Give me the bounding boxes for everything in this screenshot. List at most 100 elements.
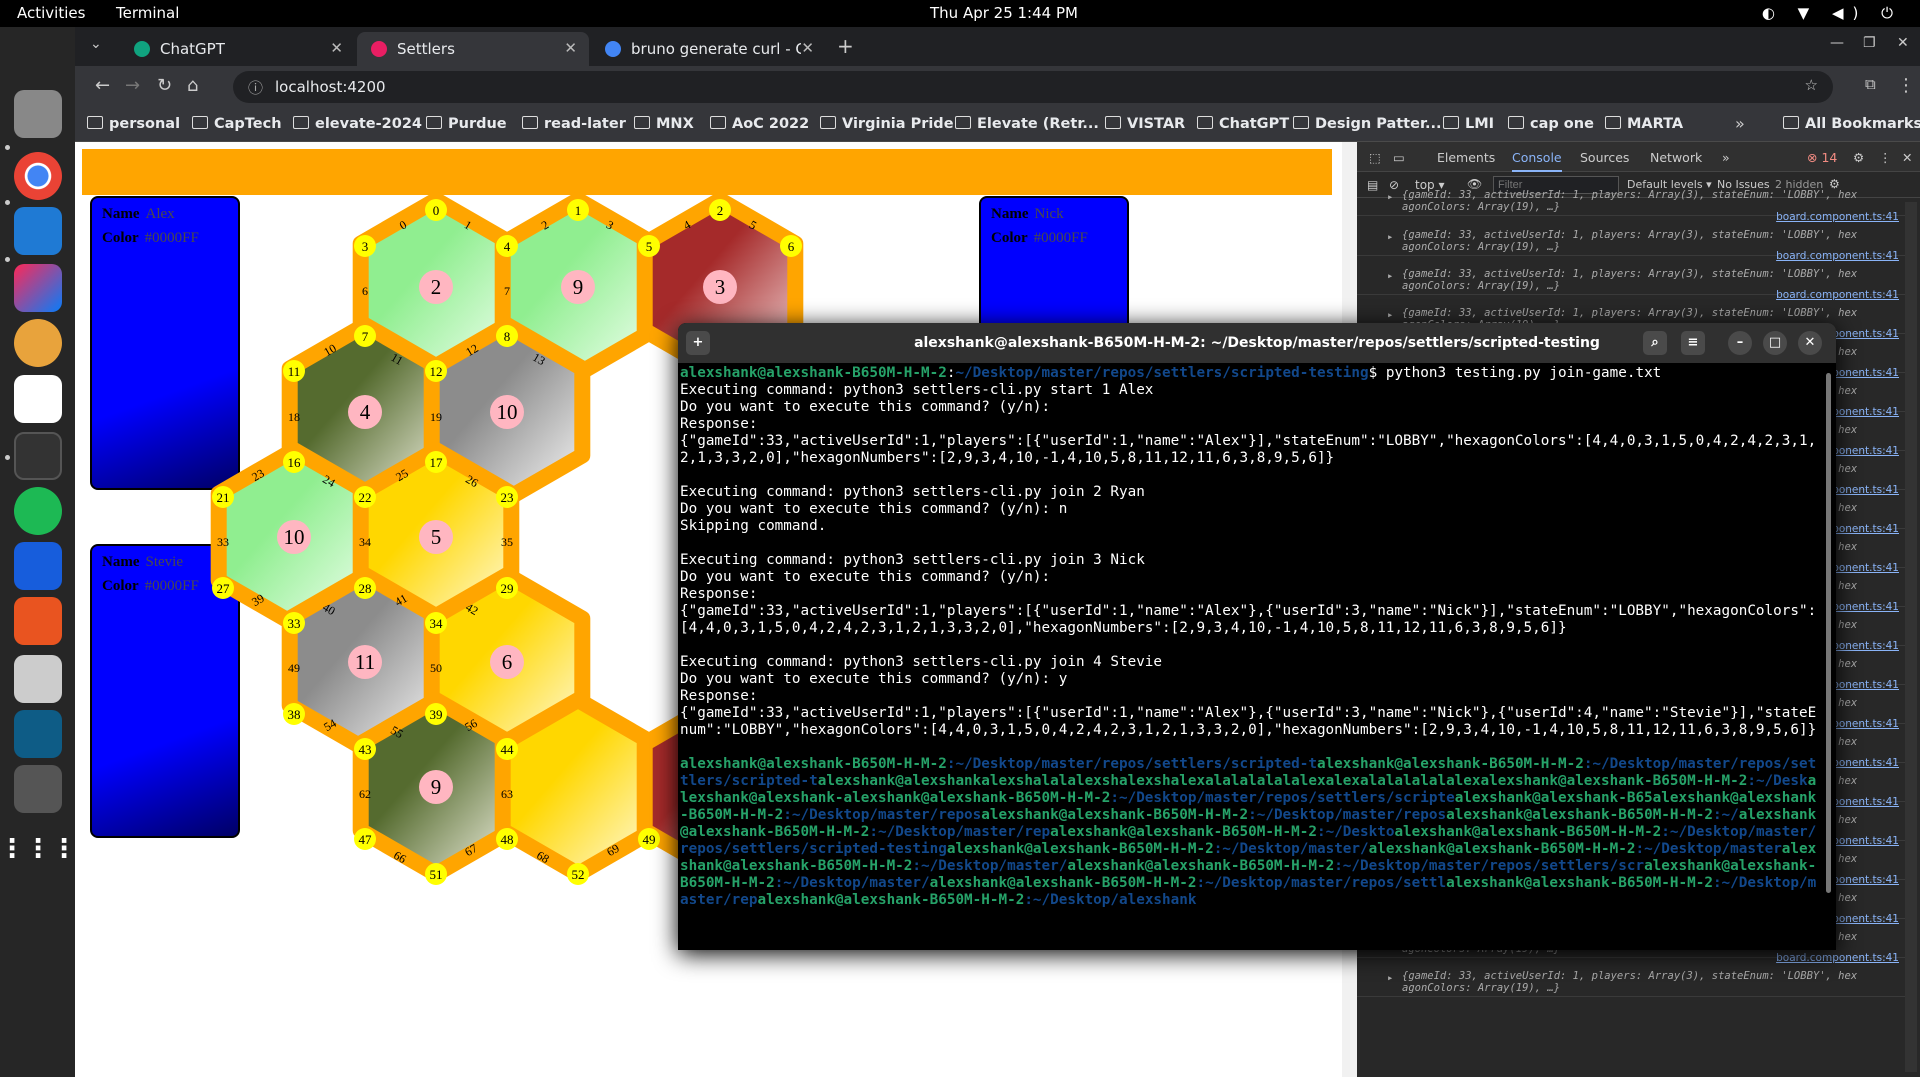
close-tab-icon[interactable]: ✕ [801, 39, 814, 57]
terminal-icon[interactable] [14, 432, 62, 480]
hex-tile[interactable] [494, 692, 662, 882]
terminal-line: {"gameId":33,"activeUserId":1,"players":… [680, 603, 1817, 636]
bookmark-star-icon[interactable]: ☆ [1805, 76, 1818, 94]
postman-icon[interactable] [14, 375, 62, 423]
tab-settlers[interactable]: Settlers ✕ [357, 32, 589, 66]
edge-label[interactable]: 18 [288, 410, 300, 424]
close-tab-icon[interactable]: ✕ [564, 39, 577, 57]
chrome-icon[interactable] [14, 152, 62, 200]
hex-number: 6 [502, 650, 513, 674]
terminal-line: {"gameId":33,"activeUserId":1,"players":… [680, 433, 1817, 466]
close-tab-icon[interactable]: ✕ [330, 39, 343, 57]
edge-label[interactable]: 63 [501, 787, 513, 801]
search-app-icon[interactable] [14, 655, 62, 703]
remote-icon[interactable] [14, 710, 62, 758]
all-bookmarks[interactable]: All Bookmarks [1783, 116, 1920, 132]
tab-search-icon[interactable]: ⌄ [90, 36, 102, 52]
edge-label[interactable]: 50 [430, 661, 442, 675]
bookmark-item[interactable]: MARTA [1605, 116, 1683, 132]
new-tab-icon[interactable]: + [837, 34, 854, 58]
tab-sources[interactable]: Sources [1580, 150, 1629, 165]
bookmark-item[interactable]: elevate-2024 [293, 116, 422, 132]
expand-arrow-icon[interactable]: ▸ [1387, 972, 1393, 984]
hamburger-menu-icon[interactable]: ≡ [1681, 331, 1705, 355]
show-apps-icon[interactable]: ⋮⋮⋮ [0, 825, 77, 873]
bookmark-item[interactable]: ChatGPT [1197, 116, 1289, 132]
edge-label[interactable]: 7 [504, 284, 510, 298]
more-options-icon[interactable]: ⋮ [1879, 150, 1892, 165]
error-badge[interactable]: ⊗ 14 [1807, 150, 1837, 165]
back-icon[interactable]: ← [95, 75, 110, 96]
tab-console[interactable]: Console [1512, 150, 1562, 172]
expand-arrow-icon[interactable]: ▸ [1387, 191, 1393, 203]
bookmark-item[interactable]: Virginia Pride [820, 116, 954, 132]
system-tray[interactable]: ◐ ▼ ◀) ⏻ [1762, 4, 1902, 22]
bitwarden-icon[interactable] [14, 542, 62, 590]
intellij-icon[interactable] [14, 264, 62, 312]
close-devtools-icon[interactable]: ✕ [1902, 150, 1912, 165]
terminal-line: Response: [680, 416, 758, 432]
vscode-icon[interactable] [14, 207, 62, 255]
expand-arrow-icon[interactable]: ▸ [1387, 309, 1393, 321]
activities-button[interactable]: Activities [17, 4, 85, 22]
edge-label[interactable]: 19 [430, 410, 442, 424]
files-icon[interactable] [14, 90, 62, 138]
bookmark-item[interactable]: VISTAR [1105, 116, 1185, 132]
bookmark-item[interactable]: cap one [1508, 116, 1594, 132]
log-source-link[interactable]: board.component.ts:41 [1776, 211, 1899, 223]
reload-icon[interactable]: ↻ [157, 75, 172, 96]
forward-icon[interactable]: → [125, 75, 140, 96]
bookmark-item[interactable]: AoC 2022 [710, 116, 809, 132]
app-center-icon[interactable] [14, 597, 62, 645]
more-bookmarks-icon[interactable]: » [1735, 114, 1745, 133]
minimize-icon[interactable]: — [1830, 35, 1844, 51]
extensions-icon[interactable]: ⧉ [1865, 75, 1876, 93]
tab-bruno[interactable]: bruno generate curl - G ✕ [591, 32, 826, 66]
restore-icon[interactable]: ❐ [1863, 35, 1876, 51]
device-toolbar-icon[interactable]: ▭ [1393, 150, 1405, 165]
devtools-scrollbar[interactable] [1905, 202, 1917, 1072]
dog-app-icon[interactable] [14, 319, 62, 367]
edge-label[interactable]: 49 [288, 661, 300, 675]
bookmark-item[interactable]: LMI [1443, 116, 1494, 132]
close-window-icon[interactable]: ✕ [1897, 35, 1909, 51]
edge-label[interactable]: 33 [217, 535, 229, 549]
tab-elements[interactable]: Elements [1437, 150, 1495, 165]
settings-icon[interactable]: ⚙ [1853, 150, 1864, 165]
edge-label[interactable]: 6 [362, 284, 368, 298]
menu-icon[interactable]: ⋮ [1897, 75, 1915, 96]
expand-arrow-icon[interactable]: ▸ [1387, 231, 1393, 243]
usb-icon[interactable] [14, 765, 62, 813]
bookmark-item[interactable]: read-later [522, 116, 626, 132]
bookmark-item[interactable]: Elevate (Retr... [955, 116, 1099, 132]
search-icon[interactable]: ⌕ [1643, 331, 1667, 355]
active-app-label[interactable]: Terminal [116, 4, 179, 22]
expand-arrow-icon[interactable]: ▸ [1387, 270, 1393, 282]
bookmark-item[interactable]: MNX [634, 116, 694, 132]
close-icon[interactable]: ✕ [1798, 331, 1822, 355]
edge-label[interactable]: 34 [359, 535, 371, 549]
bookmark-item[interactable]: personal [87, 116, 180, 132]
spotify-icon[interactable] [14, 487, 62, 535]
log-source-link[interactable]: board.component.ts:41 [1776, 250, 1899, 262]
tab-network[interactable]: Network [1650, 150, 1702, 165]
log-source-link[interactable]: board.component.ts:41 [1776, 289, 1899, 301]
bookmark-item[interactable]: CapTech [192, 116, 282, 132]
tab-chatgpt[interactable]: ChatGPT ✕ [120, 32, 355, 66]
log-source-link[interactable]: board.component.ts:41 [1776, 952, 1899, 964]
bookmark-item[interactable]: Design Patter... [1293, 116, 1442, 132]
edge-label[interactable]: 35 [501, 535, 513, 549]
more-tabs-icon[interactable]: » [1722, 150, 1730, 165]
edge-label[interactable]: 62 [359, 787, 371, 801]
clock[interactable]: Thu Apr 25 1:44 PM [930, 4, 1078, 22]
inspect-icon[interactable]: ⬚ [1369, 150, 1381, 165]
site-info-icon[interactable]: ⓘ [248, 77, 263, 98]
bookmark-item[interactable]: Purdue [426, 116, 507, 132]
terminal-output[interactable]: alexshank@alexshank-B650M-H-M-2:~/Deskto… [680, 365, 1820, 950]
maximize-icon[interactable]: □ [1763, 331, 1787, 355]
console-log-entry[interactable]: ▸ {gameId: 33, activeUserId: 1, players: … [1357, 952, 1907, 997]
terminal-scrollbar[interactable] [1826, 373, 1831, 893]
minimize-icon[interactable]: – [1728, 331, 1752, 355]
address-bar[interactable]: ⓘ localhost:4200 ☆ [233, 71, 1833, 103]
home-icon[interactable]: ⌂ [187, 75, 198, 96]
